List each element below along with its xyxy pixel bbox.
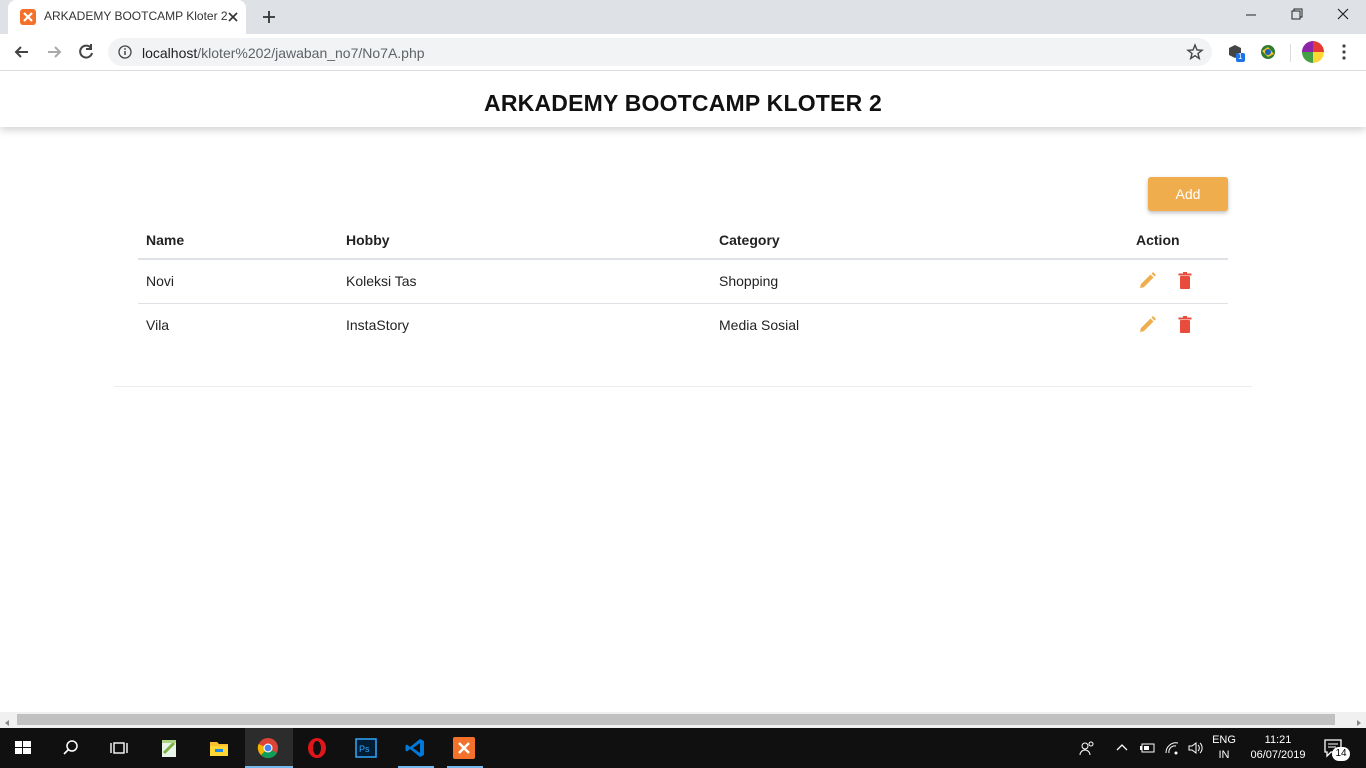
photoshop-icon[interactable]: Ps — [343, 728, 391, 768]
edit-pencil-icon[interactable] — [1136, 270, 1158, 292]
cell-category: Media Sosial — [719, 317, 800, 334]
extension-badge: 1 — [1238, 52, 1243, 61]
notification-count-badge: 14 — [1332, 747, 1350, 761]
hobby-table: Name Hobby Category Action Novi Koleksi … — [138, 221, 1228, 347]
table-header-row: Name Hobby Category Action — [138, 221, 1228, 260]
svg-text:Ps: Ps — [359, 744, 370, 754]
chrome-icon[interactable] — [245, 728, 293, 768]
column-header-category: Category — [711, 221, 1128, 260]
column-header-action: Action — [1128, 221, 1228, 260]
bookmark-star-icon[interactable] — [1186, 43, 1204, 61]
clock-time: 11:21 — [1264, 734, 1292, 746]
system-clock[interactable]: 11:21 06/07/2019 — [1243, 733, 1313, 763]
profile-avatar[interactable] — [1302, 41, 1324, 63]
windows-taskbar: Ps ENG IN 11:21 06/07/2019 14 — [0, 728, 1366, 768]
add-button[interactable]: Add — [1148, 177, 1228, 211]
address-bar[interactable]: localhost/kloter%202/jawaban_no7/No7A.ph… — [108, 38, 1212, 66]
app-header: ARKADEMY BOOTCAMP KLOTER 2 — [0, 71, 1366, 127]
search-icon[interactable] — [48, 728, 96, 768]
back-arrow-icon[interactable] — [12, 42, 32, 62]
column-header-hobby: Hobby — [338, 221, 711, 260]
extension-globe-icon[interactable] — [1258, 42, 1278, 62]
tab-title: ARKADEMY BOOTCAMP Kloter 2 — [44, 9, 228, 23]
browser-tab[interactable]: ARKADEMY BOOTCAMP Kloter 2 — [8, 0, 246, 34]
language-indicator[interactable]: ENG IN — [1209, 733, 1239, 763]
toolbar-divider — [1290, 44, 1291, 62]
url-path: /kloter%202/jawaban_no7/No7A.php — [197, 45, 425, 61]
language-code: ENG — [1212, 734, 1236, 746]
edit-pencil-icon[interactable] — [1136, 314, 1158, 336]
delete-trash-icon[interactable] — [1174, 270, 1196, 292]
table-row: Vila InstaStory Media Sosial — [138, 303, 1228, 347]
language-region: IN — [1218, 749, 1230, 761]
browser-menu-icon[interactable] — [1336, 43, 1352, 61]
browser-tabstrip: ARKADEMY BOOTCAMP Kloter 2 — [0, 0, 1366, 34]
cell-name: Vila — [146, 317, 170, 334]
column-header-name: Name — [138, 221, 338, 260]
chevron-up-icon[interactable] — [1114, 740, 1130, 756]
cell-hobby: Koleksi Tas — [338, 259, 711, 304]
file-explorer-icon[interactable] — [196, 728, 244, 768]
scrollbar-thumb[interactable] — [17, 714, 1335, 725]
forward-arrow-icon[interactable] — [44, 42, 64, 62]
content-card: Add Name Hobby Category Action Novi Kole… — [114, 153, 1252, 387]
windows-start-icon[interactable] — [0, 728, 48, 768]
battery-icon[interactable] — [1139, 740, 1155, 756]
page-title: ARKADEMY BOOTCAMP KLOTER 2 — [484, 90, 882, 116]
tab-close-icon[interactable] — [225, 9, 241, 25]
extension-cube-icon[interactable]: 1 — [1226, 42, 1246, 62]
browser-toolbar: localhost/kloter%202/jawaban_no7/No7A.ph… — [0, 34, 1366, 71]
vscode-icon[interactable] — [392, 728, 440, 768]
xampp-favicon-icon — [20, 9, 36, 25]
horizontal-scrollbar[interactable] — [0, 712, 1366, 728]
new-tab-icon[interactable] — [260, 8, 278, 26]
cell-action — [1128, 259, 1228, 304]
cell-hobby: InstaStory — [346, 317, 410, 334]
delete-trash-icon[interactable] — [1174, 314, 1196, 336]
xampp-icon[interactable] — [441, 728, 489, 768]
minimize-icon[interactable] — [1228, 0, 1274, 30]
scroll-left-arrow-icon[interactable] — [2, 715, 12, 726]
cell-name: Novi — [138, 259, 338, 304]
window-close-icon[interactable] — [1320, 0, 1366, 30]
opera-icon[interactable] — [294, 728, 342, 768]
reload-icon[interactable] — [76, 42, 96, 62]
page-viewport: ARKADEMY BOOTCAMP KLOTER 2 Add Name Hobb… — [0, 71, 1366, 712]
cell-action — [1128, 303, 1228, 347]
site-info-icon[interactable] — [118, 45, 132, 59]
url-host: localhost — [142, 45, 198, 61]
table-row: Novi Koleksi Tas Shopping — [138, 259, 1228, 304]
task-view-icon[interactable] — [96, 728, 144, 768]
scroll-right-arrow-icon[interactable] — [1354, 715, 1364, 726]
url-text: localhost/kloter%202/jawaban_no7/No7A.ph… — [142, 45, 425, 61]
notepad-plus-icon[interactable] — [146, 728, 194, 768]
wifi-icon[interactable] — [1164, 740, 1180, 756]
clock-date: 06/07/2019 — [1250, 749, 1306, 761]
cell-category: Shopping — [711, 259, 1128, 304]
restore-icon[interactable] — [1274, 0, 1320, 30]
people-icon[interactable] — [1079, 740, 1095, 756]
volume-icon[interactable] — [1187, 740, 1203, 756]
